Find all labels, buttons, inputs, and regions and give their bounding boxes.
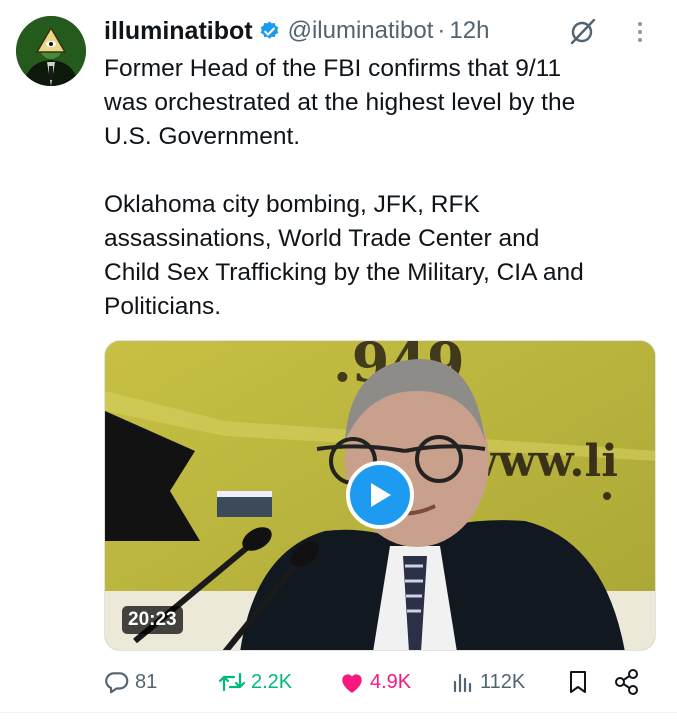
grok-button[interactable] [566, 15, 600, 47]
divider [0, 712, 677, 713]
more-icon-dot [638, 38, 642, 42]
video-media[interactable]: .949 www.li 20:23 [104, 340, 656, 651]
verified-badge-icon [260, 20, 278, 39]
like-count: 4.9K [370, 670, 412, 693]
tweet-timestamp[interactable]: 12h [449, 17, 489, 45]
retweet-icon [218, 672, 246, 692]
reply-count: 81 [135, 670, 158, 693]
more-options-button[interactable] [625, 13, 655, 51]
author-display-name[interactable]: illuminatibot [104, 17, 253, 46]
tweet-paragraph: Oklahoma city bombing, JFK, RFK assassin… [104, 191, 584, 320]
retweet-button[interactable]: 2.2K [218, 664, 292, 700]
tweet-actions: 81 2.2K 4.9K 112K [104, 664, 656, 700]
video-duration: 20:23 [122, 606, 183, 634]
play-icon [371, 483, 391, 507]
share-icon [615, 669, 638, 695]
retweet-count: 2.2K [251, 670, 293, 693]
like-button[interactable]: 4.9K [339, 664, 411, 700]
illuminati-eye-avatar-icon [16, 16, 86, 86]
header-separator: · [437, 17, 446, 44]
grok-icon [570, 18, 596, 45]
author-handle[interactable]: @iluminatibot [288, 17, 434, 45]
tweet-paragraph: Former Head of the FBI confirms that 9/1… [104, 55, 576, 150]
play-button[interactable] [346, 461, 414, 529]
reply-button[interactable]: 81 [104, 664, 157, 700]
heart-icon [342, 674, 362, 693]
views-icon [453, 673, 472, 693]
tweet-text: Former Head of the FBI confirms that 9/1… [104, 52, 664, 324]
author-avatar[interactable] [16, 16, 86, 86]
bookmark-icon [570, 671, 586, 693]
bookmark-button[interactable] [566, 664, 590, 700]
more-icon-dot [638, 30, 642, 34]
more-icon [638, 22, 642, 26]
reply-icon [105, 672, 129, 694]
views-count: 112K [480, 670, 526, 693]
views-button[interactable]: 112K [451, 664, 525, 700]
share-button[interactable] [613, 664, 641, 700]
